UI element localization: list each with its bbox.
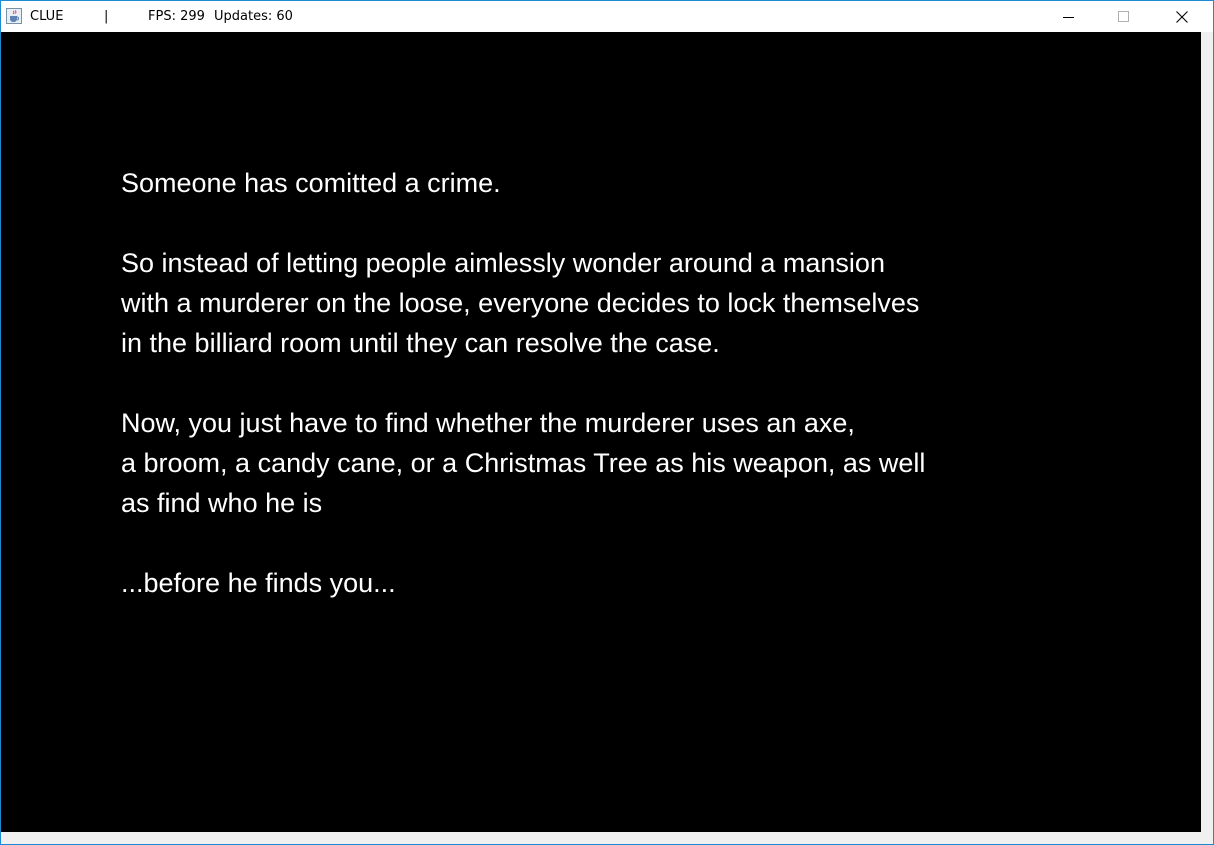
app-window: CLUE | FPS: 299 Updates: 60 Someone has …: [0, 0, 1214, 845]
close-button[interactable]: [1159, 1, 1205, 32]
title-bar[interactable]: CLUE | FPS: 299 Updates: 60: [1, 1, 1213, 32]
story-text: Someone has comitted a crime. So instead…: [121, 163, 1141, 643]
story-paragraph-crime: Someone has comitted a crime.: [121, 168, 501, 198]
title-separator: |: [104, 9, 109, 24]
minimize-button[interactable]: [1046, 1, 1092, 32]
updates-counter: Updates: 60: [214, 9, 293, 24]
story-paragraph-weapon: Now, you just have to find whether the m…: [121, 408, 926, 518]
window-title: CLUE: [30, 9, 64, 24]
story-paragraph-mansion: So instead of letting people aimlessly w…: [121, 248, 920, 358]
maximize-icon: [1118, 11, 1129, 22]
minimize-icon: [1063, 17, 1074, 18]
java-cup-icon[interactable]: [6, 8, 22, 24]
maximize-button[interactable]: [1101, 1, 1147, 32]
close-icon: [1176, 11, 1188, 23]
story-paragraph-ending: ...before he finds you...: [121, 568, 396, 598]
game-canvas[interactable]: Someone has comitted a crime. So instead…: [1, 32, 1201, 832]
fps-counter: FPS: 299: [148, 9, 205, 24]
